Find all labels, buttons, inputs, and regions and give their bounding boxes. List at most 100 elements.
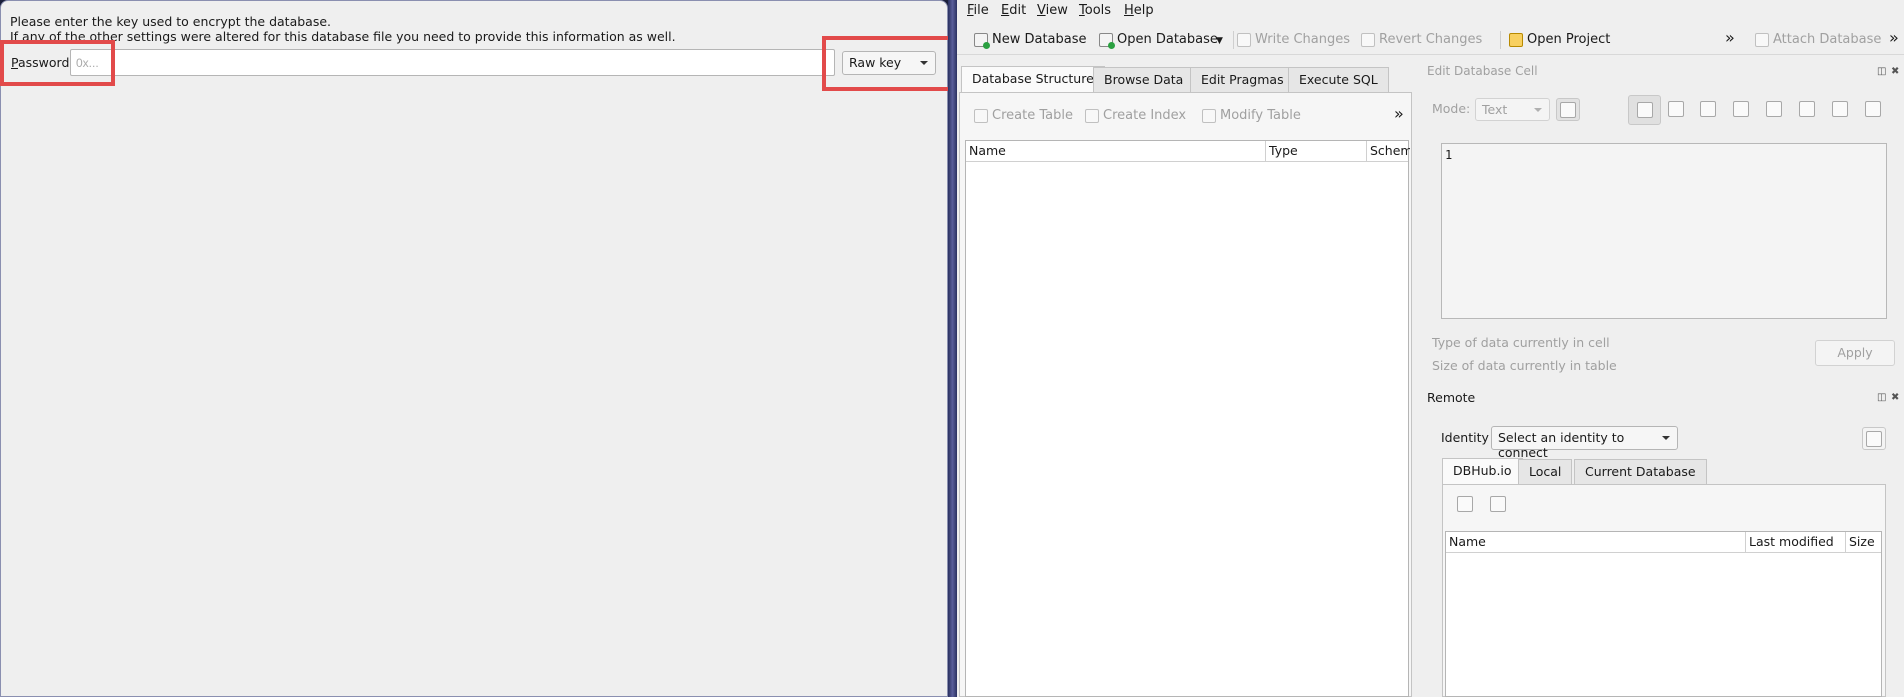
identity-select[interactable]: Select an identity to connect bbox=[1491, 426, 1678, 460]
cell-value: 1 bbox=[1445, 148, 1453, 162]
menu-edit[interactable]: Edit bbox=[1001, 3, 1026, 18]
highlight-password bbox=[0, 40, 115, 86]
attach-database-icon bbox=[1755, 32, 1769, 47]
overflow-icon: » bbox=[1889, 28, 1899, 47]
modify-table-button[interactable]: Modify Table bbox=[1202, 108, 1301, 123]
revert-changes-icon bbox=[1361, 32, 1375, 47]
identity-config-button[interactable] bbox=[1862, 427, 1886, 450]
tab-database-structure[interactable]: Database Structure bbox=[961, 66, 1105, 93]
write-changes-icon bbox=[1237, 32, 1251, 47]
chevron-down-icon bbox=[1662, 436, 1670, 440]
menubar: File Edit View Tools Help bbox=[957, 0, 1904, 22]
dock-float-icon[interactable]: ◫ bbox=[1877, 392, 1886, 403]
open-project-label: Open Project bbox=[1527, 32, 1611, 47]
create-index-button[interactable]: Create Index bbox=[1085, 108, 1186, 123]
new-database-icon bbox=[974, 32, 990, 49]
import-icon[interactable] bbox=[1700, 101, 1716, 117]
menu-edit-label: dit bbox=[1009, 3, 1027, 18]
new-database-label: New Database bbox=[992, 32, 1087, 47]
overflow-icon: » bbox=[1394, 104, 1404, 123]
header-divider bbox=[966, 161, 1408, 162]
mode-select[interactable]: Text bbox=[1475, 98, 1550, 121]
schema-tree[interactable]: Name Type Schem bbox=[965, 140, 1410, 697]
open-project-button[interactable]: Open Project bbox=[1509, 32, 1610, 47]
menu-tools[interactable]: Tools bbox=[1079, 3, 1111, 18]
toolbar-overflow-button-2[interactable]: » bbox=[1889, 28, 1899, 47]
clone-icon[interactable] bbox=[1490, 496, 1506, 512]
auto-format-button[interactable] bbox=[1556, 98, 1580, 121]
tab-browse-data[interactable]: Browse Data bbox=[1093, 67, 1195, 92]
toolbar-separator bbox=[1233, 31, 1234, 49]
toolbar-overflow-button[interactable]: » bbox=[1725, 28, 1735, 47]
dock-float-icon[interactable]: ◫ bbox=[1877, 66, 1886, 77]
chevron-down-icon: ▼ bbox=[1216, 36, 1223, 46]
menu-help-label: elp bbox=[1133, 3, 1154, 18]
window-divider bbox=[948, 0, 957, 697]
menu-edit-mnemonic: E bbox=[1001, 3, 1010, 18]
menu-file[interactable]: File bbox=[967, 3, 989, 18]
word-wrap-icon[interactable] bbox=[1668, 101, 1684, 117]
attach-database-label: Attach Database bbox=[1773, 32, 1882, 47]
dock-close-icon[interactable]: ✖ bbox=[1891, 392, 1899, 403]
menu-file-label: ile bbox=[973, 3, 989, 18]
clear-icon[interactable] bbox=[1832, 101, 1848, 117]
cell-type-info: Type of data currently in cell bbox=[1432, 335, 1610, 350]
export-icon[interactable] bbox=[1733, 101, 1749, 117]
gear-icon bbox=[1560, 102, 1576, 118]
new-database-button[interactable]: New Database bbox=[974, 32, 1087, 49]
open-database-icon bbox=[1099, 32, 1115, 49]
mode-label: Mode: bbox=[1432, 101, 1471, 116]
open-project-icon bbox=[1509, 32, 1523, 47]
structure-overflow-button[interactable]: » bbox=[1394, 104, 1404, 123]
refresh-icon[interactable] bbox=[1457, 496, 1473, 512]
menu-tools-label: ools bbox=[1084, 3, 1112, 18]
menu-help-mnemonic: H bbox=[1124, 3, 1134, 18]
tab-label: Execute SQL bbox=[1299, 72, 1378, 87]
menu-view[interactable]: View bbox=[1037, 3, 1068, 18]
tab-execute-sql[interactable]: Execute SQL bbox=[1288, 67, 1389, 92]
tab-label: Edit Pragmas bbox=[1201, 72, 1284, 87]
menu-view-label: iew bbox=[1045, 3, 1068, 18]
cell-size-info: Size of data currently in table bbox=[1432, 358, 1617, 373]
column-header-label: Name bbox=[969, 143, 1006, 158]
revert-changes-button[interactable]: Revert Changes bbox=[1361, 32, 1482, 47]
modify-table-icon bbox=[1202, 108, 1216, 123]
column-header-type[interactable]: Type bbox=[1266, 141, 1367, 161]
open-database-dropdown[interactable]: ▼ bbox=[1216, 36, 1223, 46]
write-changes-button[interactable]: Write Changes bbox=[1237, 32, 1350, 47]
apply-label: Apply bbox=[1837, 345, 1873, 360]
attach-database-button[interactable]: Attach Database bbox=[1755, 32, 1881, 47]
tab-edit-pragmas[interactable]: Edit Pragmas bbox=[1190, 67, 1295, 92]
column-header-name[interactable]: Name bbox=[1446, 532, 1746, 552]
overflow-icon: » bbox=[1725, 28, 1735, 47]
print-icon[interactable] bbox=[1865, 101, 1881, 117]
preview-icon[interactable] bbox=[1799, 101, 1815, 117]
tab-label: Local bbox=[1529, 464, 1562, 479]
cell-editor[interactable]: 1 bbox=[1441, 143, 1887, 319]
tab-label: Database Structure bbox=[972, 71, 1094, 86]
remote-file-list[interactable]: Name Last modified Size bbox=[1445, 531, 1882, 697]
text-mode-button[interactable] bbox=[1628, 95, 1661, 125]
tab-dbhub[interactable]: DBHub.io bbox=[1442, 458, 1523, 485]
create-index-icon bbox=[1085, 108, 1099, 123]
menu-help[interactable]: Help bbox=[1124, 3, 1154, 18]
column-header-label: Last modified bbox=[1749, 534, 1834, 549]
tab-local[interactable]: Local bbox=[1518, 459, 1573, 484]
password-input[interactable] bbox=[70, 49, 835, 76]
apply-button[interactable]: Apply bbox=[1815, 340, 1895, 366]
column-header-name[interactable]: Name bbox=[966, 141, 1266, 161]
set-null-icon[interactable] bbox=[1766, 101, 1782, 117]
tab-label: Browse Data bbox=[1104, 72, 1184, 87]
column-header-schema[interactable]: Schem bbox=[1367, 141, 1410, 161]
dock-close-icon[interactable]: ✖ bbox=[1891, 66, 1899, 77]
export-icon bbox=[1866, 431, 1882, 447]
encryption-dialog bbox=[0, 0, 948, 697]
open-database-button[interactable]: Open Database bbox=[1099, 32, 1218, 49]
create-table-button[interactable]: Create Table bbox=[974, 108, 1073, 123]
column-header-last-modified[interactable]: Last modified bbox=[1746, 532, 1846, 552]
mode-value: Text bbox=[1482, 102, 1508, 117]
open-database-label: Open Database bbox=[1117, 32, 1218, 47]
column-header-size[interactable]: Size bbox=[1846, 532, 1883, 552]
chevron-down-icon bbox=[1534, 108, 1542, 112]
tab-current-database[interactable]: Current Database bbox=[1574, 459, 1707, 484]
